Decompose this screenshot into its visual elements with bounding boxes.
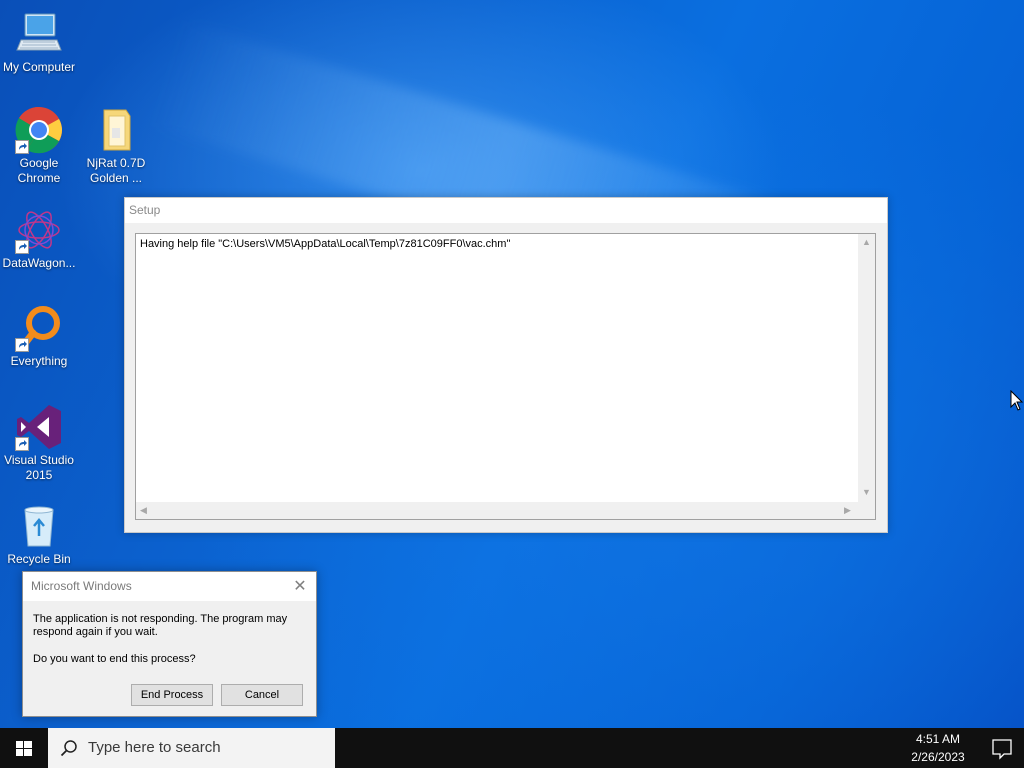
icon-label: NjRat 0.7D Golden ... bbox=[86, 156, 146, 185]
start-button[interactable] bbox=[0, 728, 48, 768]
icon-label: Visual Studio 2015 bbox=[4, 453, 74, 482]
taskbar: Type here to search 4:51 AM 2/26/2023 bbox=[0, 728, 1024, 768]
desktop-icon-datawagon[interactable]: DataWagon... bbox=[0, 206, 81, 271]
computer-icon bbox=[15, 10, 63, 58]
shortcut-arrow-icon bbox=[15, 240, 29, 254]
visual-studio-icon bbox=[15, 403, 63, 451]
vertical-scrollbar[interactable]: ▲ ▼ bbox=[858, 234, 875, 502]
notification-icon bbox=[992, 739, 1012, 760]
search-icon bbox=[60, 740, 77, 757]
desktop: My Computer Google Chrome NjRat 0.7D Gol… bbox=[0, 0, 1024, 728]
shortcut-arrow-icon bbox=[15, 437, 29, 451]
mouse-cursor-icon bbox=[1010, 389, 1024, 417]
dialog-title: Microsoft Windows bbox=[31, 579, 132, 593]
dialog-question: Do you want to end this process? bbox=[33, 653, 196, 665]
desktop-icon-google-chrome[interactable]: Google Chrome bbox=[0, 106, 81, 186]
chrome-icon bbox=[15, 106, 63, 154]
datawagon-icon bbox=[15, 206, 63, 254]
scroll-right-icon[interactable]: ▶ bbox=[844, 506, 851, 515]
scroll-down-icon[interactable]: ▼ bbox=[862, 488, 871, 497]
desktop-icon-visual-studio[interactable]: Visual Studio 2015 bbox=[0, 403, 81, 483]
desktop-icon-my-computer[interactable]: My Computer bbox=[0, 10, 81, 75]
action-center-button[interactable] bbox=[980, 728, 1024, 768]
setup-log-line: Having help file "C:\Users\VM5\AppData\L… bbox=[140, 238, 511, 250]
icon-label: My Computer bbox=[2, 60, 76, 74]
clock-time: 4:51 AM bbox=[915, 732, 961, 746]
search-placeholder: Type here to search bbox=[88, 739, 221, 756]
taskbar-search-box[interactable]: Type here to search bbox=[48, 728, 335, 768]
end-process-button[interactable]: End Process bbox=[131, 684, 213, 706]
desktop-icon-recycle-bin[interactable]: Recycle Bin bbox=[0, 502, 81, 567]
shortcut-arrow-icon bbox=[15, 140, 29, 154]
icon-label: Google Chrome bbox=[17, 156, 61, 185]
setup-window: Setup Having help file "C:\Users\VM5\App… bbox=[124, 197, 888, 533]
close-icon[interactable]: ✕ bbox=[290, 572, 310, 601]
setup-log-listbox[interactable]: Having help file "C:\Users\VM5\AppData\L… bbox=[135, 233, 876, 520]
scrollbar-corner bbox=[858, 502, 875, 519]
cancel-button[interactable]: Cancel bbox=[221, 684, 303, 706]
windows-logo-icon bbox=[16, 741, 32, 756]
horizontal-scrollbar[interactable]: ◀ ▶ bbox=[136, 502, 858, 519]
setup-window-title[interactable]: Setup bbox=[125, 198, 887, 223]
clock-date: 2/26/2023 bbox=[911, 750, 965, 764]
desktop-icon-njrat-folder[interactable]: NjRat 0.7D Golden ... bbox=[74, 106, 158, 186]
dialog-message: The application is not responding. The p… bbox=[33, 613, 288, 638]
shortcut-arrow-icon bbox=[15, 338, 29, 352]
taskbar-clock[interactable]: 4:51 AM 2/26/2023 bbox=[896, 730, 980, 766]
icon-label: Everything bbox=[10, 354, 68, 368]
dialog-title-bar[interactable]: Microsoft Windows ✕ bbox=[23, 572, 316, 601]
scroll-left-icon[interactable]: ◀ bbox=[140, 506, 147, 515]
scroll-up-icon[interactable]: ▲ bbox=[862, 238, 871, 247]
folder-icon bbox=[92, 106, 140, 154]
icon-label: DataWagon... bbox=[2, 256, 76, 270]
desktop-icon-everything[interactable]: Everything bbox=[0, 304, 81, 369]
not-responding-dialog: Microsoft Windows ✕ The application is n… bbox=[22, 571, 317, 717]
recycle-bin-icon bbox=[15, 502, 63, 550]
everything-icon bbox=[15, 304, 63, 352]
icon-label: Recycle Bin bbox=[7, 552, 71, 566]
